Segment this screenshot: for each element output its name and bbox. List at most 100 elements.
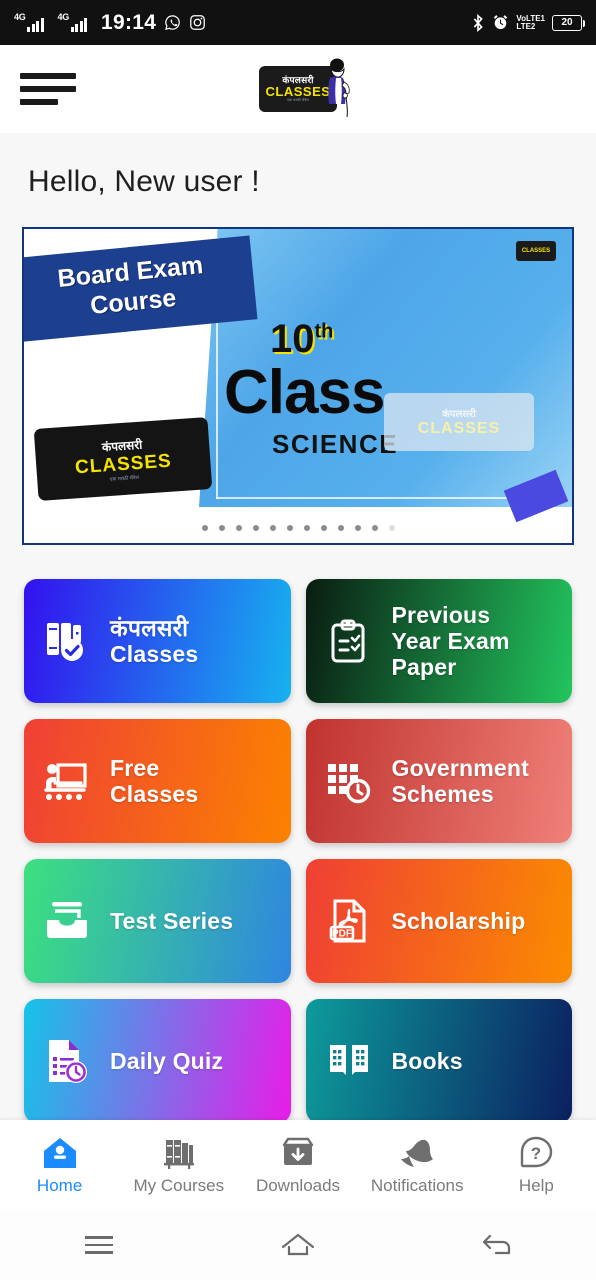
tile-label-line: Paper (391, 654, 457, 680)
svg-text:?: ? (531, 1144, 541, 1163)
tile-label-line: Previous (391, 602, 491, 628)
signal-sim2-icon: 4G (57, 11, 94, 32)
banner-corner-logo: CLASSES (516, 241, 556, 261)
banner-class-word: Class (224, 358, 385, 427)
banner-card-right-hindi: कंपलसरी (442, 409, 476, 420)
back-arrow-icon[interactable] (397, 1231, 596, 1259)
tile-label: Test Series (110, 908, 233, 934)
tile-label-line: Test Series (110, 908, 234, 934)
tile-label-line: Classes (110, 641, 199, 667)
tile-label: Previous Year Exam Paper (392, 602, 510, 680)
carousel-dot[interactable] (303, 525, 310, 531)
volte-sim2-label: LTE2 (516, 21, 536, 31)
tile-label-line: Free (110, 755, 160, 781)
banner-class-number: 10th (270, 317, 333, 362)
calendar-clock-icon (320, 757, 378, 805)
nav-item-my-courses[interactable]: My Courses (119, 1134, 238, 1196)
status-bar-right: VoLTE1 LTE2 20 (471, 13, 585, 32)
carousel-dot[interactable] (235, 525, 242, 531)
greeting-text: Hello, New user ! (28, 165, 260, 198)
logo-tablet-shape: कंपलसरी CLASSES एक मराठी चॅनेल (259, 58, 350, 118)
bell-icon (399, 1134, 435, 1172)
network-type-sim2: 4G (57, 11, 70, 22)
nav-item-help[interactable]: ? Help (477, 1134, 596, 1196)
tile-government-schemes[interactable]: Government Schemes (305, 719, 572, 843)
nav-item-label: My Courses (133, 1176, 225, 1195)
banner-class-number-value: 10 (270, 317, 315, 361)
home-content: Hello, New user ! Board Exam Course 10th… (0, 133, 596, 1280)
tile-label: Daily Quiz (110, 1048, 223, 1074)
pdf-file-icon: PDF (320, 897, 378, 945)
nav-item-label: Notifications (370, 1176, 464, 1195)
battery-indicator: 20 (552, 14, 585, 31)
tile-label-line: Books (391, 1048, 463, 1074)
tile-compulsory-classes[interactable]: कंपलसरी Classes (24, 579, 291, 703)
bottom-navigation-bar: Home My Courses Downloads Notifications … (0, 1120, 596, 1210)
tile-test-series[interactable]: Test Series (24, 859, 291, 983)
tile-label: Books (392, 1048, 463, 1074)
logo-subtitle-text: एक मराठी चॅनेल (287, 98, 309, 102)
hamburger-menu-icon[interactable] (20, 73, 76, 105)
nav-item-notifications[interactable]: Notifications (358, 1134, 477, 1196)
promo-banner-carousel[interactable]: Board Exam Course 10th Class SCIENCE CLA… (22, 227, 574, 545)
carousel-dot[interactable] (388, 525, 395, 531)
logo-teacher-figure-icon (325, 57, 355, 124)
carousel-dot[interactable] (320, 525, 327, 531)
books-shelf-icon (161, 1134, 197, 1172)
tile-label: Free Classes (110, 755, 198, 807)
bluetooth-icon (471, 13, 485, 32)
open-book-icon (320, 1037, 378, 1085)
carousel-dot[interactable] (371, 525, 378, 531)
alarm-icon (492, 14, 509, 31)
carousel-dot[interactable] (354, 525, 361, 531)
app-logo[interactable]: कंपलसरी CLASSES एक मराठी चॅनेल (249, 58, 350, 118)
clock-time: 19:14 (101, 10, 157, 34)
recents-icon[interactable] (0, 1236, 199, 1254)
feature-tile-grid: कंपलसरी Classes Previous Year Exam Paper Fr… (24, 579, 572, 1123)
home-icon (42, 1134, 78, 1172)
tile-label-line: Government (391, 755, 529, 781)
download-box-icon (280, 1134, 316, 1172)
banner-card-right-text: CLASSES (417, 420, 501, 437)
carousel-dots[interactable] (24, 525, 572, 531)
instagram-icon (189, 14, 206, 31)
home-outline-icon[interactable] (199, 1230, 398, 1260)
tile-label-line: Classes (110, 781, 199, 807)
banner-class-number-suffix: th (314, 320, 334, 343)
question-mark-icon: ? (518, 1134, 554, 1172)
signal-sim1-icon: 4G (14, 11, 50, 32)
tile-label: Government Schemes (392, 755, 529, 807)
android-system-nav (0, 1210, 596, 1280)
books-check-icon (38, 617, 96, 665)
nav-item-home[interactable]: Home (0, 1134, 119, 1196)
whatsapp-icon (164, 14, 181, 31)
tile-label: Scholarship (392, 908, 526, 934)
tile-label: कंपलसरी Classes (110, 615, 198, 667)
nav-item-label: Downloads (255, 1176, 341, 1195)
nav-item-label: Home (36, 1176, 83, 1195)
carousel-dot[interactable] (286, 525, 293, 531)
tile-daily-quiz[interactable]: Daily Quiz (24, 999, 291, 1123)
tile-label-line: Schemes (391, 781, 494, 807)
phone-screen: 4G 4G 19:14 VoLTE1 LTE2 20 कंपलसरी CLASS… (0, 0, 596, 1280)
tile-label-line: Year Exam (391, 628, 510, 654)
app-header: कंपलसरी CLASSES एक मराठी चॅनेल (0, 45, 596, 133)
carousel-dot[interactable] (337, 525, 344, 531)
tile-scholarship[interactable]: PDF Scholarship (305, 859, 572, 983)
carousel-dot[interactable] (201, 525, 208, 531)
tile-label-line: Daily Quiz (110, 1048, 224, 1074)
carousel-dot[interactable] (252, 525, 259, 531)
tile-free-classes[interactable]: Free Classes (24, 719, 291, 843)
tile-previous-year-exam-paper[interactable]: Previous Year Exam Paper (305, 579, 572, 703)
status-bar-left: 4G 4G 19:14 (14, 11, 206, 35)
banner-subject: SCIENCE (272, 429, 399, 459)
inbox-tray-icon (38, 897, 96, 945)
banner-card-left-sub: एक मराठी चॅनेल (109, 474, 140, 483)
nav-item-downloads[interactable]: Downloads (238, 1134, 357, 1196)
teacher-board-icon (38, 757, 96, 805)
svg-text:PDF: PDF (332, 929, 352, 940)
network-type-sim1: 4G (14, 11, 26, 22)
carousel-dot[interactable] (218, 525, 225, 531)
tile-books[interactable]: Books (305, 999, 572, 1123)
carousel-dot[interactable] (269, 525, 276, 531)
